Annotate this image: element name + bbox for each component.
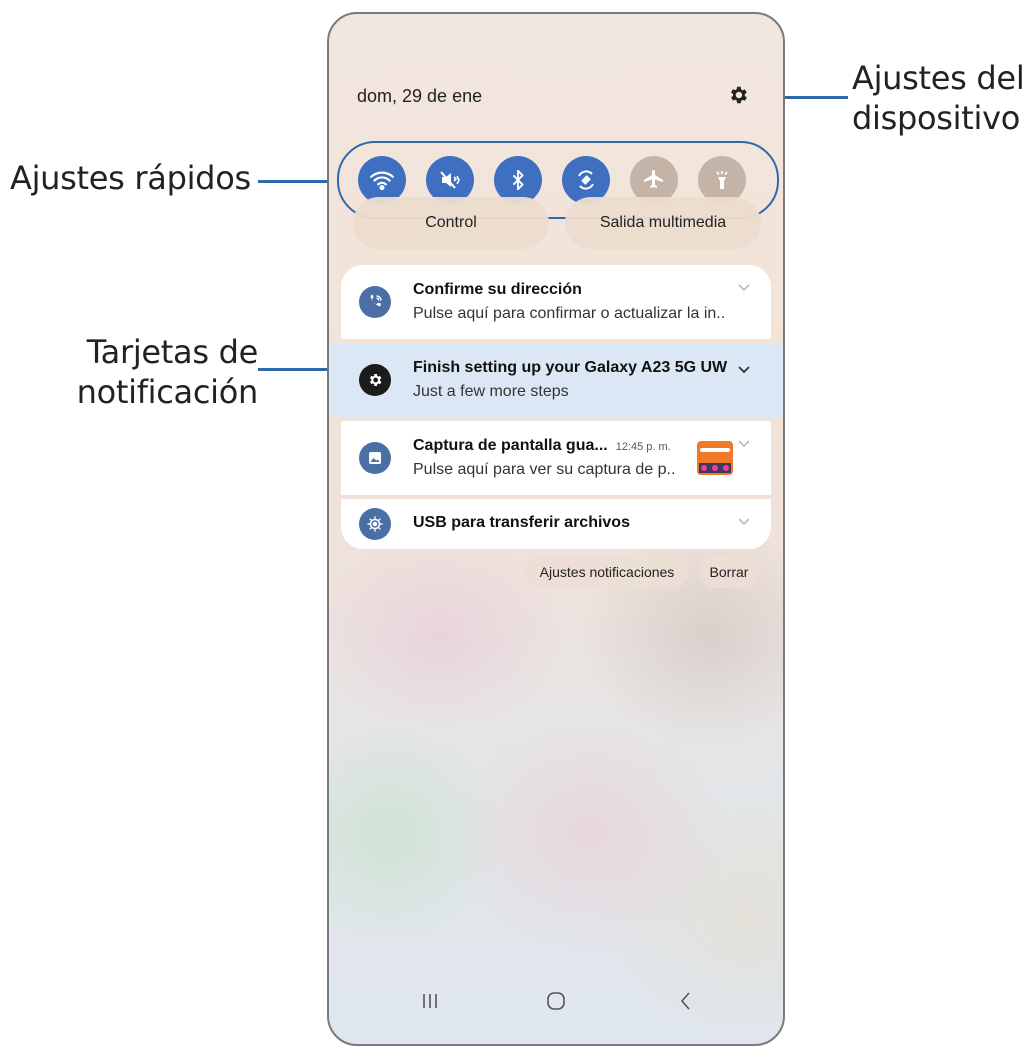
notification-body: Pulse aquí para confirmar o actualizar l… xyxy=(413,305,726,322)
notification-cards-leader xyxy=(258,368,338,371)
notification-list: Confirme su dirección Pulse aquí para co… xyxy=(329,265,783,553)
clear-button[interactable]: Borrar xyxy=(699,556,759,588)
quick-settings-callout: Ajustes rápidos xyxy=(10,159,251,197)
notification-card[interactable]: USB para transferir archivos xyxy=(341,499,771,549)
airplane-icon xyxy=(644,170,663,188)
control-button[interactable]: Control xyxy=(353,197,549,249)
usb-settings-icon xyxy=(359,508,391,540)
chevron-down-icon[interactable] xyxy=(737,517,751,527)
wifi-icon xyxy=(370,171,394,191)
notification-card[interactable]: Confirme su dirección Pulse aquí para co… xyxy=(341,265,771,339)
notification-body: Pulse aquí para ver su captura de p.. xyxy=(413,461,676,478)
chevron-down-icon[interactable] xyxy=(737,365,751,375)
auto-rotate-icon xyxy=(578,170,594,190)
bluetooth-icon xyxy=(512,169,524,191)
quick-settings-leader xyxy=(258,180,336,183)
gear-icon[interactable] xyxy=(727,84,749,106)
notification-card[interactable]: Captura de pantalla gua... 12:45 p. m. Pu… xyxy=(341,421,771,495)
notification-title: Captura de pantalla gua... 12:45 p. m. xyxy=(413,437,671,454)
flashlight-icon xyxy=(716,171,728,189)
chevron-down-icon[interactable] xyxy=(737,439,751,449)
notification-title: USB para transferir archivos xyxy=(413,514,630,531)
settings-gear-icon xyxy=(359,364,391,396)
notification-title: Finish setting up your Galaxy A23 5G UW xyxy=(413,359,728,376)
panel-date: dom, 29 de ene xyxy=(357,86,483,106)
chevron-down-icon[interactable] xyxy=(737,283,751,293)
mute-icon xyxy=(440,171,460,189)
notification-card[interactable]: Finish setting up your Galaxy A23 5G UW … xyxy=(329,343,783,417)
back-icon[interactable] xyxy=(675,990,697,1012)
media-output-button[interactable]: Salida multimedia xyxy=(565,197,761,249)
wifi-call-icon xyxy=(359,286,391,318)
notification-cards-callout: Tarjetas de notificación xyxy=(76,333,259,411)
notification-body: Just a few more steps xyxy=(413,383,569,400)
phone-screen: dom, 29 de ene Control Salida multimedia… xyxy=(327,12,785,1046)
notification-title: Confirme su dirección xyxy=(413,281,582,298)
notification-time: 12:45 p. m. xyxy=(615,441,671,453)
gallery-icon xyxy=(359,442,391,474)
recent-apps-icon[interactable] xyxy=(419,990,441,1012)
home-icon[interactable] xyxy=(545,990,567,1012)
notification-settings-button[interactable]: Ajustes notificaciones xyxy=(525,556,689,588)
device-settings-callout: Ajustes del dispositivo xyxy=(852,59,1025,137)
screenshot-thumbnail[interactable] xyxy=(697,441,733,475)
